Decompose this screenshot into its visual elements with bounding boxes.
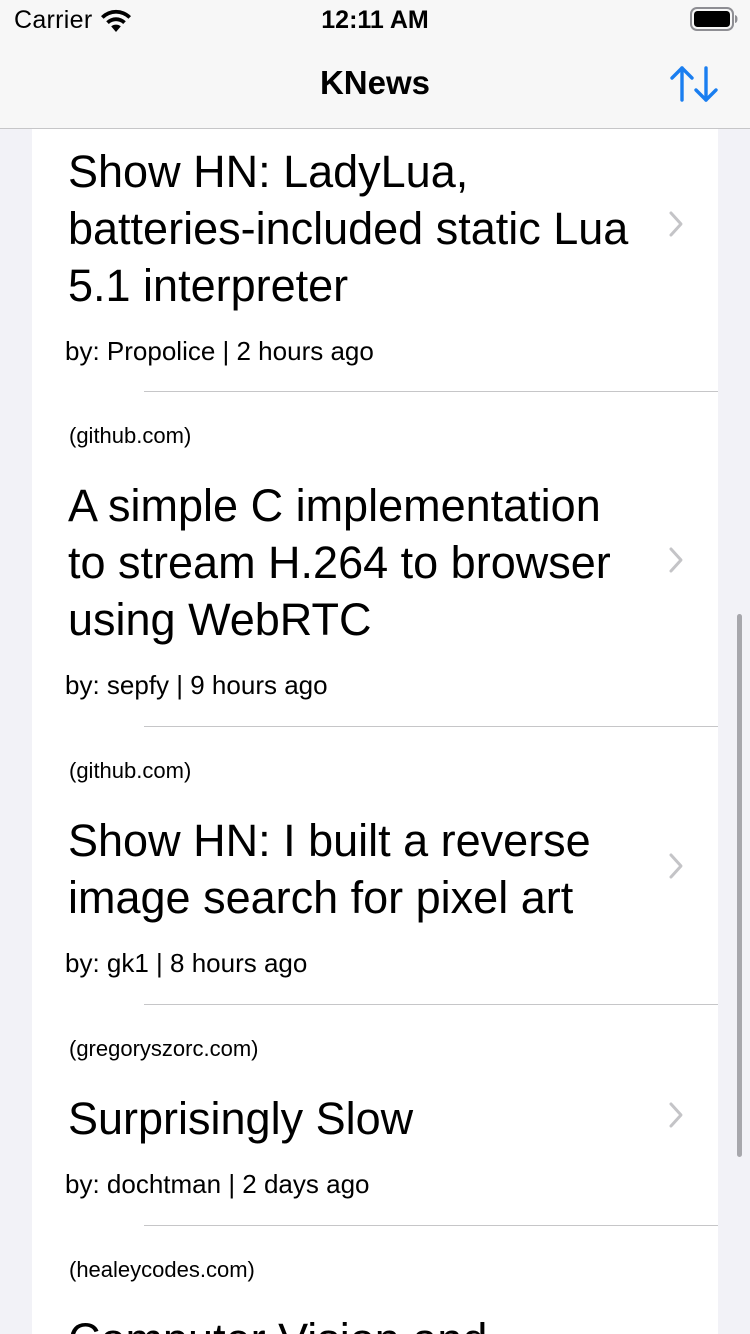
story-domain: (github.com) [69,758,192,783]
sort-arrows-icon [670,66,718,102]
story-byline: by: sepfy | 9 hours ago [65,670,328,700]
chevron-right-icon [669,547,683,573]
list-item[interactable]: (github.com) A simple C implementation t… [32,392,718,726]
story-byline: by: gk1 | 8 hours ago [65,948,308,978]
story-title: Show HN: LadyLua, batteries-included sta… [68,146,629,311]
story-domain: (healeycodes.com) [69,1257,255,1282]
list-item[interactable]: Show HN: LadyLua, batteries-included sta… [32,129,718,391]
battery-icon [690,7,738,31]
story-title: Show HN: I built a reverse image search … [68,815,591,923]
list-item[interactable]: (gregoryszorc.com) Surprisingly Slow by:… [32,1005,718,1225]
story-byline: by: Propolice | 2 hours ago [65,336,374,366]
page-title: KNews [319,64,431,101]
story-title: A simple C implementation to stream H.26… [68,480,611,645]
chevron-right-icon [669,211,683,237]
story-domain: (github.com) [69,423,192,448]
status-bar: Carrier 12:11 AM [0,0,750,40]
sort-button[interactable] [668,62,720,106]
scroll-indicator[interactable] [737,614,742,1157]
clock: 12:11 AM [321,6,429,34]
navigation-bar: KNews [0,40,750,129]
list-item[interactable]: (healeycodes.com) Computer Vision and [32,1226,718,1334]
list-item[interactable]: (github.com) Show HN: I built a reverse … [32,727,718,1004]
story-title: Surprisingly Slow [68,1093,414,1144]
story-list: Show HN: LadyLua, batteries-included sta… [32,129,718,1334]
chevron-right-icon [669,853,683,879]
story-domain: (gregoryszorc.com) [69,1036,259,1061]
chevron-right-icon [669,1102,683,1128]
story-title: Computer Vision and [68,1311,638,1334]
story-byline: by: dochtman | 2 days ago [65,1169,370,1199]
